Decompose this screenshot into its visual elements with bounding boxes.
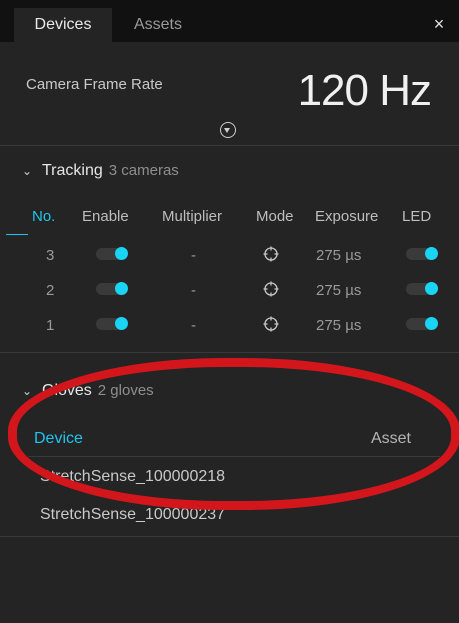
camera-number: 3: [46, 247, 55, 264]
column-header-exposure[interactable]: Exposure: [315, 208, 378, 225]
tracking-subtitle: 3 cameras: [108, 162, 179, 179]
column-header-device[interactable]: Device: [34, 430, 83, 448]
led-toggle[interactable]: [406, 317, 438, 330]
divider: [0, 536, 459, 537]
sort-indicator: [6, 234, 28, 235]
divider: [0, 352, 459, 353]
table-row[interactable]: 1 - 275 µs: [0, 309, 459, 343]
camera-frame-rate-value[interactable]: 120 Hz: [298, 66, 432, 116]
multiplier-value: -: [191, 282, 196, 299]
multiplier-value: -: [191, 247, 196, 264]
exposure-value[interactable]: 275 µs: [316, 247, 361, 264]
chevron-down-icon: ⌄: [22, 384, 33, 398]
column-header-led[interactable]: LED: [402, 208, 431, 225]
enable-toggle[interactable]: [96, 247, 128, 260]
gloves-section-header[interactable]: ⌄ Gloves 2 gloves: [22, 382, 154, 400]
gloves-title: Gloves: [42, 382, 92, 399]
close-button[interactable]: ×: [429, 14, 449, 34]
column-header-mode[interactable]: Mode: [256, 208, 294, 225]
exposure-value[interactable]: 275 µs: [316, 282, 361, 299]
tab-bar: Devices Assets ×: [0, 0, 459, 42]
enable-toggle[interactable]: [96, 282, 128, 295]
gloves-subtitle: 2 gloves: [97, 382, 154, 399]
glove-list-item[interactable]: StretchSense_100000218: [40, 468, 225, 486]
crosshair-icon[interactable]: [263, 316, 279, 332]
column-header-no[interactable]: No.: [32, 208, 55, 225]
led-toggle[interactable]: [406, 247, 438, 260]
crosshair-icon[interactable]: [263, 246, 279, 262]
column-header-enable[interactable]: Enable: [82, 208, 129, 225]
led-toggle[interactable]: [406, 282, 438, 295]
table-row[interactable]: 2 - 275 µs: [0, 274, 459, 308]
crosshair-icon[interactable]: [263, 281, 279, 297]
expand-chevron-icon[interactable]: [220, 122, 236, 138]
tracking-section-header[interactable]: ⌄ Tracking 3 cameras: [22, 162, 179, 180]
column-header-multiplier[interactable]: Multiplier: [162, 208, 222, 225]
camera-number: 1: [46, 317, 55, 334]
table-row[interactable]: 3 - 275 µs: [0, 239, 459, 273]
tab-assets[interactable]: Assets: [112, 8, 204, 42]
column-header-asset[interactable]: Asset: [371, 430, 411, 448]
divider: [0, 145, 459, 146]
enable-toggle[interactable]: [96, 317, 128, 330]
divider: [28, 456, 440, 457]
devices-panel: Camera Frame Rate 120 Hz ⌄ Tracking 3 came…: [0, 42, 459, 623]
multiplier-value: -: [191, 317, 196, 334]
camera-number: 2: [46, 282, 55, 299]
glove-list-item[interactable]: StretchSense_100000237: [40, 506, 225, 524]
exposure-value[interactable]: 275 µs: [316, 317, 361, 334]
tab-devices[interactable]: Devices: [14, 8, 112, 42]
chevron-down-icon: ⌄: [22, 164, 33, 178]
camera-frame-rate-label: Camera Frame Rate: [26, 76, 163, 93]
tracking-title: Tracking: [42, 162, 103, 179]
